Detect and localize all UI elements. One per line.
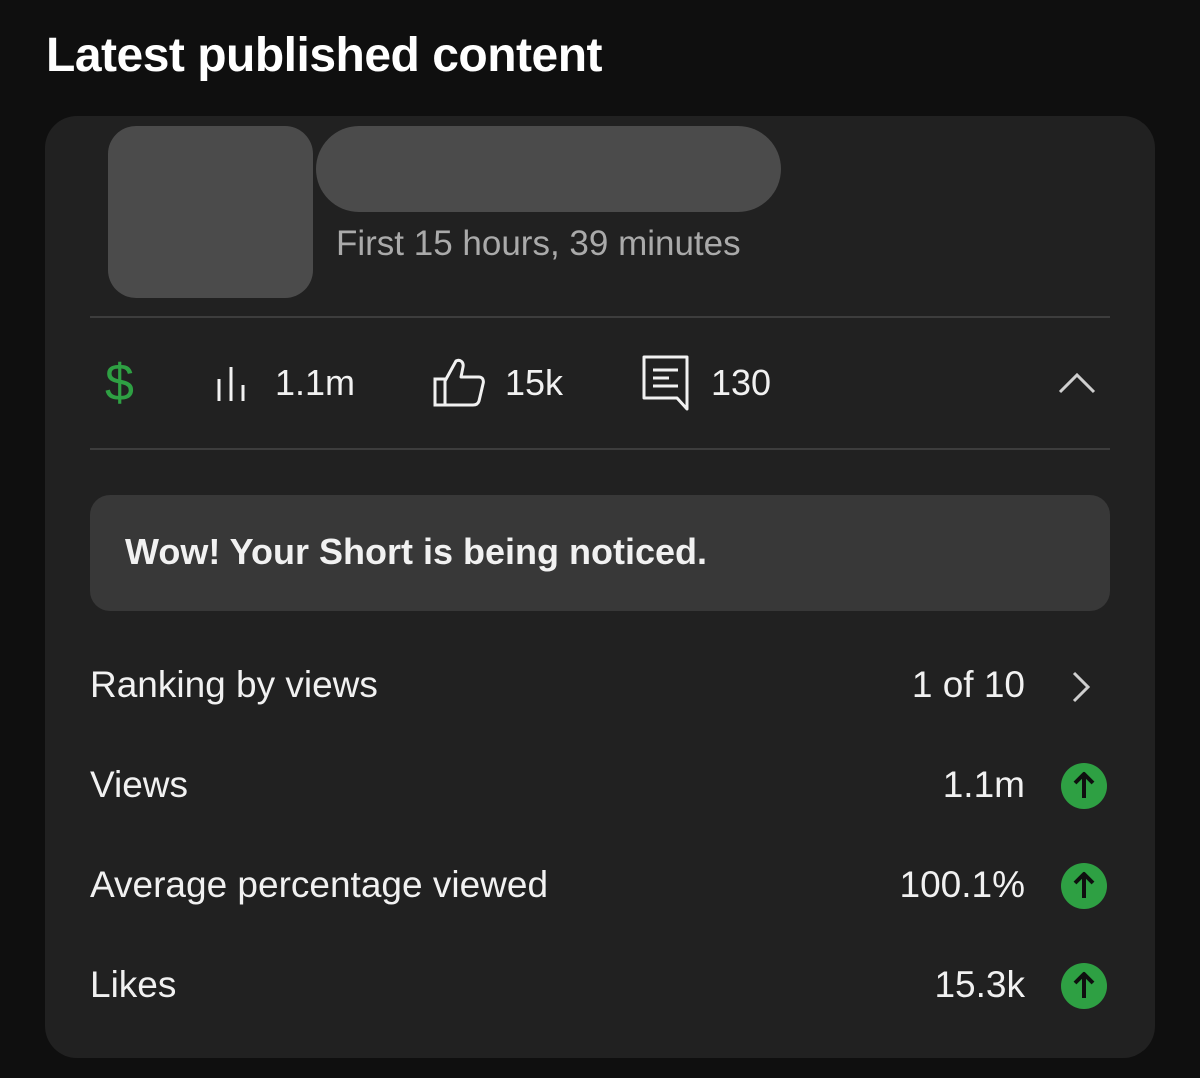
metric-row-ranking[interactable]: Ranking by views 1 of 10 — [90, 656, 1110, 716]
divider — [90, 448, 1110, 450]
metric-value: 1.1m — [942, 764, 1025, 805]
section-title: Latest published content — [46, 29, 603, 82]
metric-value: 15.3k — [934, 964, 1025, 1005]
dollar-icon: $ — [105, 354, 134, 412]
likes-stat: 15k — [431, 318, 563, 448]
arrow-up-icon — [1061, 963, 1107, 1009]
views-stat: 1.1m — [213, 318, 355, 448]
metric-row-likes: Likes 15.3k — [90, 956, 1110, 1016]
thumbs-up-icon — [433, 358, 485, 407]
stats-row: $ 1.1m 15k 130 — [45, 318, 1155, 448]
likes-count: 15k — [505, 362, 564, 403]
notice-text: Wow! Your Short is being noticed. — [125, 531, 708, 572]
bar-chart-icon — [217, 367, 245, 401]
metric-label: Average percentage viewed — [90, 864, 549, 905]
metric-value: 1 of 10 — [911, 664, 1025, 705]
metric-label: Likes — [90, 964, 177, 1005]
performance-notice: Wow! Your Short is being noticed. — [90, 495, 1110, 611]
chevron-up-icon — [1058, 372, 1096, 394]
comments-stat: 130 — [641, 318, 771, 448]
collapse-button[interactable] — [1057, 318, 1097, 448]
monetization-status[interactable]: $ — [105, 318, 134, 448]
metric-label: Ranking by views — [90, 664, 378, 705]
content-card[interactable]: First 15 hours, 39 minutes $ 1.1m 15k 13… — [45, 116, 1155, 1058]
comment-icon — [642, 355, 689, 411]
metric-row-views: Views 1.1m — [90, 756, 1110, 816]
arrow-up-icon — [1061, 763, 1107, 809]
metric-row-avg-percentage: Average percentage viewed 100.1% — [90, 856, 1110, 916]
views-count: 1.1m — [275, 362, 356, 403]
time-period-label: First 15 hours, 39 minutes — [336, 224, 741, 263]
video-thumbnail[interactable] — [108, 126, 313, 298]
metric-value: 100.1% — [899, 864, 1026, 905]
video-title-redacted[interactable] — [316, 126, 781, 212]
chevron-right-icon — [1072, 671, 1091, 703]
metric-label: Views — [90, 764, 189, 805]
arrow-up-icon — [1061, 863, 1107, 909]
comments-count: 130 — [711, 362, 772, 403]
